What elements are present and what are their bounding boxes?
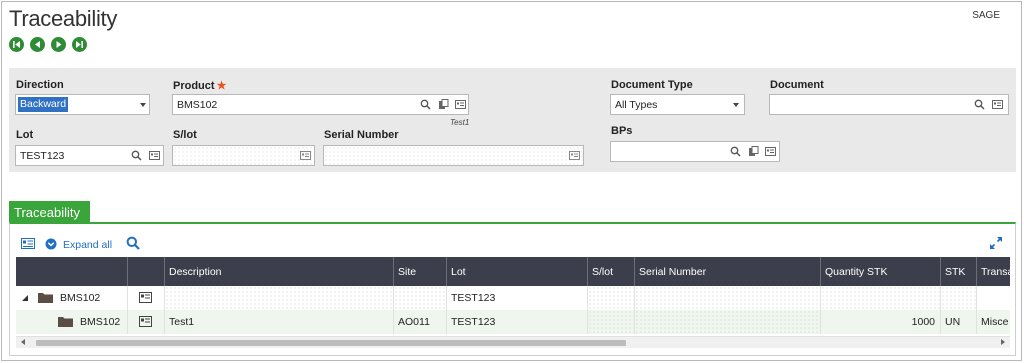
row-detail-cell[interactable] [128,286,165,310]
search-icon[interactable] [126,236,140,250]
lot-field[interactable]: TEST123 [15,145,164,166]
cell-serial-number [635,310,821,334]
cell-description: Test1 [165,310,394,334]
cell-description [165,286,394,310]
cell-transaction [977,286,1010,310]
column-header-lot[interactable]: Lot [447,257,588,286]
search-icon[interactable] [974,99,985,110]
product-label: Product ★ [173,80,227,92]
lot-label: Lot [16,129,34,141]
folder-icon [58,317,73,327]
direction-value: Backward [18,97,69,112]
cell-lot: TEST123 [447,310,588,334]
product-value: BMS102 [177,99,218,111]
table-row[interactable]: BMS102 Test1 AO011 TEST123 1000 UN Misce [16,310,1010,334]
horizontal-scrollbar[interactable] [16,336,1010,348]
column-header-quantity-stk[interactable]: Quantity STK [821,257,941,286]
first-record-icon[interactable] [9,37,24,52]
detail-card-icon[interactable] [139,292,152,303]
slot-label: S/lot [173,129,197,141]
previous-record-icon[interactable] [30,37,45,52]
search-icon[interactable] [131,150,142,161]
detail-card-icon[interactable] [992,99,1003,110]
detail-card-icon[interactable] [21,238,35,249]
tab-traceability[interactable]: Traceability [9,201,90,223]
scrollbar-thumb[interactable] [36,340,626,346]
column-header-stk[interactable]: STK [941,257,977,286]
column-header-serial-number[interactable]: Serial Number [635,257,821,286]
cell-site: AO011 [394,310,447,334]
folder-icon [38,293,53,303]
product-description: Test1 [450,118,470,127]
column-header-slot[interactable]: S/lot [588,257,635,286]
chevron-down-icon [140,103,146,107]
navigate-to-icon[interactable] [748,146,759,157]
bps-field[interactable] [610,141,780,162]
required-star-icon: ★ [216,80,227,92]
serial-number-field[interactable] [323,145,584,166]
grid-header: Description Site Lot S/lot Serial Number… [16,257,1010,286]
row-detail-cell[interactable] [128,310,165,334]
scroll-right-icon[interactable] [1001,339,1005,345]
column-header-transaction[interactable]: Transaction [977,257,1010,286]
page-title: Traceability [9,6,118,31]
tree-node[interactable]: BMS102 [16,310,128,334]
scroll-left-icon[interactable] [21,339,25,345]
search-icon[interactable] [730,146,741,157]
detail-card-icon[interactable] [765,146,776,157]
criteria-panel: Direction Backward Product ★ BMS102 Test1… [9,68,1016,172]
last-record-icon[interactable] [72,37,87,52]
search-icon[interactable] [420,99,431,110]
expand-circle-icon[interactable] [45,238,57,250]
document-type-value: All Types [615,99,658,111]
traceability-grid: Description Site Lot S/lot Serial Number… [16,257,1010,334]
lot-value: TEST123 [20,150,65,162]
cell-stk: UN [941,310,977,334]
navigate-to-icon[interactable] [438,99,449,110]
direction-label: Direction [16,79,64,91]
cell-serial-number [635,286,821,310]
traceability-panel: Expand all Description Site Lot S/lot Se… [9,222,1016,356]
slot-field[interactable] [172,145,315,166]
column-header-description[interactable]: Description [165,257,394,286]
column-header-detail [128,257,165,286]
detail-card-icon[interactable] [455,99,466,110]
cell-quantity-stk: 1000 [821,310,941,334]
next-record-icon[interactable] [51,37,66,52]
detail-card-icon[interactable] [569,150,580,161]
cell-site [394,286,447,310]
chevron-down-icon [733,103,739,107]
document-label: Document [770,79,824,91]
cell-slot [588,310,635,334]
cell-transaction: Misce [977,310,1010,334]
cell-quantity-stk [821,286,941,310]
product-field[interactable]: BMS102 [172,94,469,115]
column-header-site[interactable]: Site [394,257,447,286]
record-navigation [9,37,87,52]
cell-lot: TEST123 [447,286,588,310]
detail-card-icon[interactable] [300,150,311,161]
document-type-select[interactable]: All Types [610,94,745,115]
cell-stk [941,286,977,310]
collapse-triangle-icon[interactable] [22,295,29,302]
detail-card-icon[interactable] [149,150,160,161]
bps-label: BPs [611,125,633,137]
column-header-tree [16,257,128,286]
serial-number-label: Serial Number [324,129,399,141]
tree-node-label: BMS102 [80,316,121,328]
expand-all-button[interactable]: Expand all [63,239,112,251]
direction-select[interactable]: Backward [15,94,150,115]
cell-slot [588,286,635,310]
tree-node-label: BMS102 [60,292,101,304]
tree-node[interactable]: BMS102 [16,286,128,310]
document-type-label: Document Type [611,79,693,91]
brand-label: SAGE [972,10,1000,21]
document-field[interactable] [769,94,1009,115]
maximize-icon[interactable] [989,236,1003,250]
table-row[interactable]: BMS102 TEST123 [16,286,1010,310]
detail-card-icon[interactable] [139,316,152,327]
